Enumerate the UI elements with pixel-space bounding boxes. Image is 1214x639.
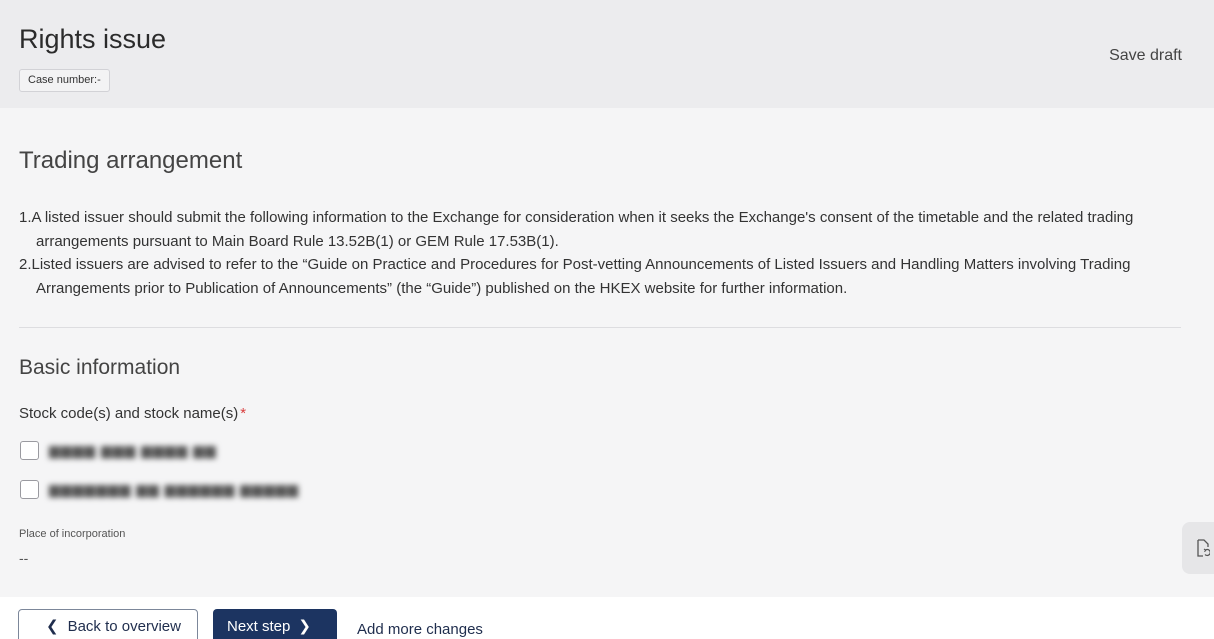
chevron-left-icon: ❮ [46,618,59,635]
instruction-item: 2.Listed issuers are advised to refer to… [19,256,1131,297]
case-number-badge: Case number:- [19,69,110,92]
page-header: Rights issue Case number:- Save draft [0,0,1214,108]
next-step-button[interactable]: Next step ❯ [213,609,337,639]
stock-field-label: Stock code(s) and stock name(s) * [19,405,246,422]
save-draft-button[interactable]: Save draft [1109,47,1182,65]
redacted-stock-name: ▆▆▆▆▆▆▆ ▆▆ ▆▆▆▆▆▆ ▆▆▆▆▆ [49,480,300,497]
back-button-label: Back to overview [67,617,181,635]
section-title: Trading arrangement [19,147,243,174]
stock-option-row[interactable]: ▆▆▆▆ ▆▆▆ ▆▆▆▆ ▆▆ [20,440,217,460]
redacted-stock-name: ▆▆▆▆ ▆▆▆ ▆▆▆▆ ▆▆ [49,441,217,458]
footer-bar: ❮ Back to overview Next step ❯ Add more … [0,597,1214,639]
document-sync-icon [1197,539,1210,557]
required-marker: * [240,405,247,422]
place-of-incorporation-label: Place of incorporation [19,528,126,540]
add-more-changes-link[interactable]: Add more changes [357,621,483,638]
next-button-label: Next step [227,617,291,635]
page-title: Rights issue [19,24,167,54]
stock-field-label-text: Stock code(s) and stock name(s) [19,405,239,422]
instruction-item: 1.A listed issuer should submit the foll… [19,209,1134,250]
place-of-incorporation-value: -- [19,550,29,566]
side-panel-tab[interactable] [1182,522,1214,574]
stock-checkbox[interactable] [20,440,39,460]
basic-information-title: Basic information [19,356,181,379]
back-to-overview-button[interactable]: ❮ Back to overview [18,609,198,639]
instructions-list: 1.A listed issuer should submit the foll… [19,206,1189,300]
stock-option-row[interactable]: ▆▆▆▆▆▆▆ ▆▆ ▆▆▆▆▆▆ ▆▆▆▆▆ [20,479,299,499]
chevron-right-icon: ❯ [298,618,311,635]
section-divider [19,327,1181,328]
stock-checkbox[interactable] [20,479,39,499]
